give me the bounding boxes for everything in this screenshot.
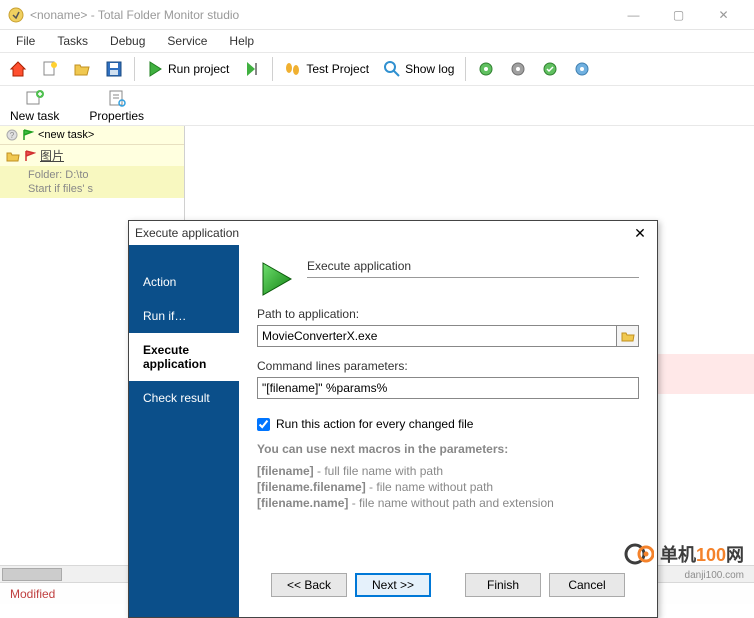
new-file-icon <box>41 60 59 78</box>
step-run-if[interactable]: Run if… <box>129 299 239 333</box>
task-name: 图片 <box>40 147 64 164</box>
gear3-button[interactable] <box>536 57 564 81</box>
footprints-icon <box>284 60 302 78</box>
pause-button[interactable] <box>238 57 266 81</box>
browse-folder-icon <box>621 329 635 343</box>
watermark-url: danji100.com <box>685 570 744 581</box>
maximize-button[interactable]: ▢ <box>656 1 701 29</box>
step-check-result[interactable]: Check result <box>129 381 239 415</box>
new-task-icon <box>25 88 45 108</box>
gear-refresh-icon <box>509 60 527 78</box>
divider <box>307 277 639 278</box>
properties-label: Properties <box>89 109 144 123</box>
menu-tasks[interactable]: Tasks <box>47 32 98 50</box>
path-label: Path to application: <box>257 307 639 321</box>
question-icon: ? <box>6 129 18 141</box>
save-button[interactable] <box>100 57 128 81</box>
dialog-title: Execute application <box>135 226 629 240</box>
scrollbar-thumb[interactable] <box>2 568 62 581</box>
play-icon <box>146 60 164 78</box>
menu-file[interactable]: File <box>6 32 45 50</box>
app-icon <box>8 7 24 23</box>
watermark-logo-icon <box>624 539 654 569</box>
path-input[interactable] <box>257 325 617 347</box>
run-project-button[interactable]: Run project <box>141 57 234 81</box>
properties-icon <box>107 88 127 108</box>
secondary-toolbar: New task Properties <box>0 86 754 126</box>
window-title: <noname> - Total Folder Monitor studio <box>30 8 611 22</box>
magnifier-icon <box>383 60 401 78</box>
dialog-close-button[interactable]: ✕ <box>629 223 651 243</box>
gear-check-icon <box>541 60 559 78</box>
dialog-header: Execute application <box>307 259 639 273</box>
menu-help[interactable]: Help <box>219 32 264 50</box>
gear4-button[interactable] <box>568 57 596 81</box>
gear2-button[interactable] <box>504 57 532 81</box>
open-button[interactable] <box>68 57 96 81</box>
pause-icon <box>243 60 261 78</box>
new-button[interactable] <box>36 57 64 81</box>
toolbar-separator <box>465 57 466 81</box>
show-log-button[interactable]: Show log <box>378 57 459 81</box>
main-area: ? <new task> 图片 Folder: D:\to Start if f… <box>0 126 754 565</box>
status-modified: Modified <box>10 587 55 601</box>
flag-red-icon <box>24 150 36 162</box>
svg-text:?: ? <box>10 131 15 140</box>
finish-button[interactable]: Finish <box>465 573 541 597</box>
minimize-button[interactable]: — <box>611 1 656 29</box>
menu-debug[interactable]: Debug <box>100 32 155 50</box>
cmd-input[interactable] <box>257 377 639 399</box>
toolbar-separator <box>272 57 273 81</box>
gear-settings-icon <box>573 60 591 78</box>
cmd-label: Command lines parameters: <box>257 359 639 373</box>
new-task-label: New task <box>10 109 59 123</box>
menu-bar: File Tasks Debug Service Help <box>0 30 754 52</box>
next-button[interactable]: Next >> <box>355 573 431 597</box>
every-file-label: Run this action for every changed file <box>276 417 473 431</box>
home-icon <box>9 60 27 78</box>
task-detail: Folder: D:\to Start if files' s <box>0 166 184 198</box>
every-file-checkbox[interactable] <box>257 418 270 431</box>
open-folder-icon <box>73 60 91 78</box>
dialog-titlebar: Execute application ✕ <box>129 221 657 245</box>
main-toolbar: Run project Test Project Show log <box>0 52 754 86</box>
save-disk-icon <box>105 60 123 78</box>
home-button[interactable] <box>4 57 32 81</box>
properties-button[interactable]: Properties <box>83 86 150 125</box>
execute-application-dialog: Execute application ✕ Action Run if… Exe… <box>128 220 658 618</box>
gear1-button[interactable] <box>472 57 500 81</box>
flag-icon <box>22 129 34 141</box>
step-execute-application[interactable]: Execute application <box>129 333 239 381</box>
task-item[interactable]: 图片 <box>0 145 184 166</box>
menu-service[interactable]: Service <box>157 32 217 50</box>
macros-help: You can use next macros in the parameter… <box>257 441 639 511</box>
new-task-button[interactable]: New task <box>4 86 65 125</box>
cancel-button[interactable]: Cancel <box>549 573 625 597</box>
dialog-button-row: << Back Next >> Finish Cancel <box>257 565 639 609</box>
play-large-icon <box>257 259 297 299</box>
step-action[interactable]: Action <box>129 265 239 299</box>
toolbar-separator <box>134 57 135 81</box>
watermark: 单机100网 danji100.com <box>624 539 744 569</box>
back-button[interactable]: << Back <box>271 573 347 597</box>
task-tab-header[interactable]: ? <new task> <box>0 126 184 145</box>
browse-button[interactable] <box>617 325 639 347</box>
wizard-steps-sidebar: Action Run if… Execute application Check… <box>129 245 239 617</box>
gear-icon <box>477 60 495 78</box>
dialog-content: Execute application Path to application:… <box>239 245 657 617</box>
folder-icon <box>6 149 20 163</box>
test-project-button[interactable]: Test Project <box>279 57 374 81</box>
window-titlebar: <noname> - Total Folder Monitor studio —… <box>0 0 754 30</box>
close-button[interactable]: ✕ <box>701 1 746 29</box>
task-tab-label: <new task> <box>38 129 94 141</box>
watermark-brand: 单机100网 <box>660 541 744 567</box>
